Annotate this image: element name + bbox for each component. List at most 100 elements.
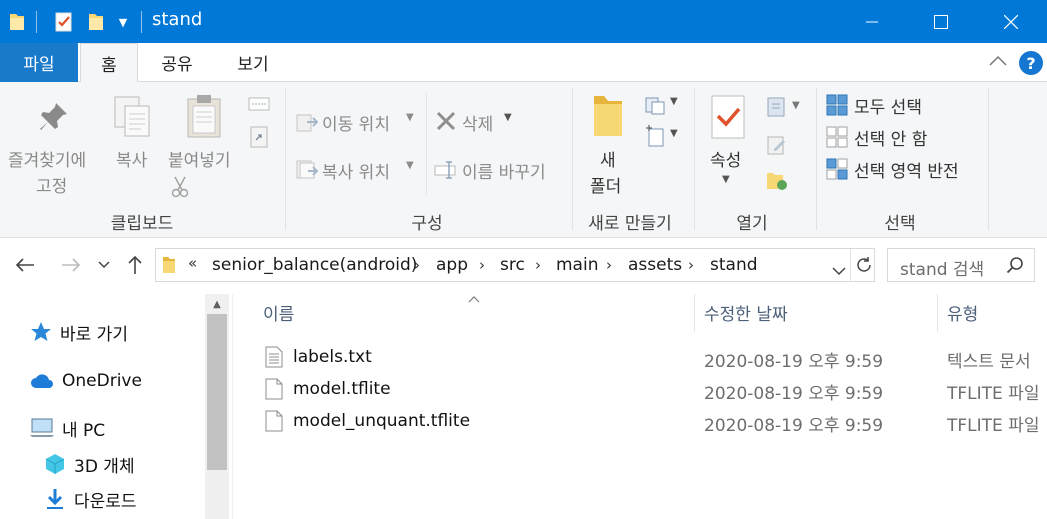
cloud-icon [31,374,53,388]
divider [850,249,851,281]
nav-pane-scrollbar[interactable]: ▲ [205,294,229,519]
column-divider[interactable] [694,294,695,332]
address-bar[interactable]: « senior_balance(android) › app › src › … [155,248,875,282]
minimize-button[interactable] [849,0,895,43]
star-icon [31,322,51,341]
copy-to-dropdown-icon[interactable]: ▼ [406,160,414,171]
group-divider [816,88,817,230]
text-file-icon [265,346,283,372]
back-button[interactable] [12,252,38,278]
column-header-name[interactable]: 이름 [263,300,294,325]
collapse-ribbon-icon[interactable] [988,53,1010,73]
breadcrumb-overflow[interactable]: « [188,254,197,272]
file-row[interactable]: labels.txt 2020-08-19 오후 9:59 텍스트 문서 [233,342,1047,374]
breadcrumb-chevron-icon[interactable]: › [688,256,694,274]
copy-path-icon[interactable] [248,96,270,115]
tab-home[interactable]: 홈 [80,43,138,83]
pin-to-quick-access-button[interactable]: 즐겨찾기에 [8,146,86,171]
file-type: TFLITE 파일 [947,384,1040,404]
pin-label-line2: 고정 [36,177,68,197]
breadcrumb-chevron-icon[interactable]: › [414,256,420,274]
recent-locations-button[interactable] [96,252,112,278]
invert-selection-button[interactable]: 선택 영역 반전 [854,157,959,182]
breadcrumb-item[interactable]: src [500,255,525,275]
file-date: 2020-08-19 오후 9:59 [704,384,884,404]
address-history-dropdown-icon[interactable] [832,261,846,280]
back-arrow-icon [15,258,34,272]
properties-button[interactable]: 속성 [710,146,741,171]
scrollbar-thumb[interactable] [207,314,227,470]
column-header-date[interactable]: 수정한 날짜 [704,300,788,325]
nav-item-downloads[interactable]: 다운로드 [44,485,137,513]
cut-icon[interactable] [170,176,190,202]
breadcrumb-item[interactable]: main [556,255,598,275]
properties-dropdown-icon[interactable]: ▼ [722,174,730,185]
file-row[interactable]: model.tflite 2020-08-19 오후 9:59 TFLITE 파… [233,374,1047,406]
column-divider[interactable] [937,294,938,332]
rename-button[interactable]: 이름 바꾸기 [462,158,546,183]
group-divider [572,88,573,230]
cube-icon [45,454,65,474]
maximize-button[interactable] [918,0,964,43]
properties-quick-icon[interactable] [52,10,76,34]
close-button[interactable] [988,0,1034,43]
nav-item-this-pc[interactable]: 내 PC [30,414,105,442]
forward-arrow-icon [62,258,81,272]
search-icon[interactable] [1006,256,1024,278]
chevron-down-icon [98,261,110,269]
tab-share[interactable]: 공유 [148,43,206,82]
file-type: 텍스트 문서 [947,352,1031,372]
open-dropdown-icon[interactable]: ▼ [792,100,800,111]
paste-shortcut-icon[interactable] [250,126,268,152]
select-none-button[interactable]: 선택 안 함 [854,125,927,150]
nav-item-quick-access[interactable]: 바로 가기 [30,318,128,346]
nav-item-label: 내 PC [62,420,106,441]
copy-to-button[interactable]: 복사 위치 [322,158,390,183]
search-input[interactable]: stand 검색 [900,255,984,280]
breadcrumb-chevron-icon[interactable]: › [479,256,485,274]
tab-file[interactable]: 파일 [0,43,78,82]
help-icon[interactable]: ? [1019,51,1043,75]
new-folder-quick-icon[interactable] [84,10,108,34]
move-to-button[interactable]: 이동 위치 [322,110,390,135]
select-all-button[interactable]: 모두 선택 [854,93,922,118]
delete-dropdown-icon[interactable]: ▼ [504,112,512,123]
breadcrumb-item[interactable]: senior_balance(android) [212,255,417,275]
breadcrumb-chevron-icon[interactable]: › [535,256,541,274]
paste-button[interactable]: 붙여넣기 [168,146,231,171]
forward-button[interactable] [58,252,84,278]
search-box[interactable]: stand 검색 [887,248,1035,282]
customize-quick-access-icon[interactable]: ▼ [114,10,132,34]
breadcrumb-item[interactable]: assets [628,255,682,275]
column-header-type[interactable]: 유형 [947,300,978,325]
history-icon[interactable] [766,170,790,196]
breadcrumb-chevron-icon[interactable]: › [606,256,612,274]
file-row[interactable]: model_unquant.tflite 2020-08-19 오후 9:59 … [233,406,1047,438]
edit-icon[interactable] [766,134,788,160]
open-icon[interactable] [766,96,788,122]
up-button[interactable] [122,252,148,278]
breadcrumb-item-current[interactable]: stand [710,255,758,275]
new-item-dropdown-icon[interactable]: ▼ [670,96,678,107]
easy-access-dropdown-icon[interactable]: ▼ [670,128,678,139]
new-folder-button[interactable]: 새 [600,146,616,171]
tab-view[interactable]: 보기 [224,43,282,82]
new-item-icon[interactable] [644,94,666,120]
nav-item-onedrive[interactable]: OneDrive [30,367,142,395]
group-divider [694,88,695,230]
breadcrumb-item[interactable]: app [436,255,468,275]
group-label-open: 열기 [736,214,768,234]
nav-item-3d-objects[interactable]: 3D 개체 [44,450,135,478]
group-label-select: 선택 [884,214,916,234]
select-none-icon [826,126,848,152]
delete-button[interactable]: 삭제 [462,110,493,135]
easy-access-icon[interactable] [644,125,666,151]
folder-icon [162,256,176,278]
copy-button[interactable]: 복사 [116,146,147,171]
select-all-icon [826,94,848,120]
scroll-up-icon[interactable]: ▲ [205,294,229,314]
nav-item-label: 다운로드 [74,491,137,512]
move-to-dropdown-icon[interactable]: ▼ [406,112,414,123]
refresh-icon[interactable] [855,256,873,278]
file-icon [265,410,283,436]
